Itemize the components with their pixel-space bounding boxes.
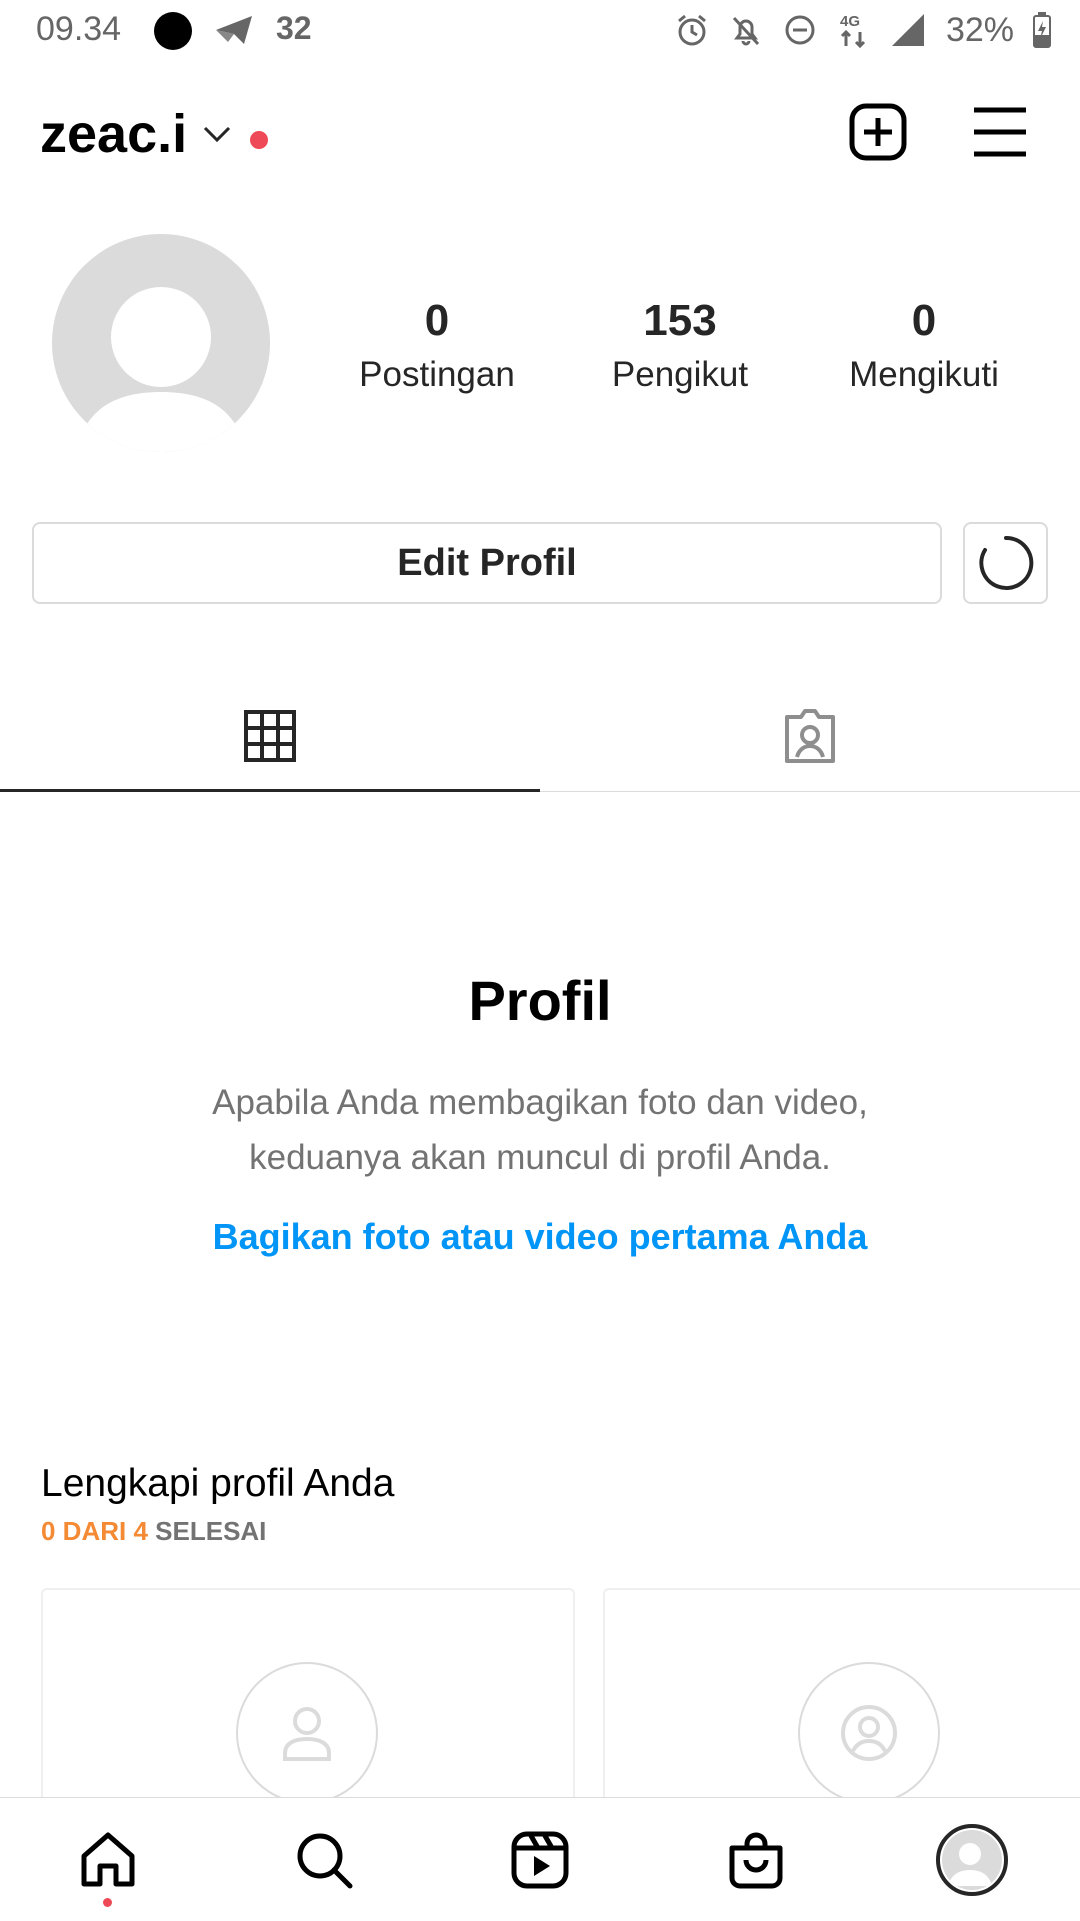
edit-profile-button[interactable]: Edit Profil <box>32 522 942 604</box>
nav-reels[interactable] <box>480 1798 600 1921</box>
stat-following-label: Mengikuti <box>849 355 999 394</box>
notification-count: 32 <box>276 10 312 46</box>
alarm-icon <box>677 14 706 46</box>
stat-followers-value: 153 <box>643 296 717 345</box>
complete-profile-card-photo[interactable] <box>603 1588 1080 1808</box>
empty-state-description-line1: Apabila Anda membagikan foto dan video, <box>212 1083 868 1122</box>
status-icons: 4G 32% <box>674 10 1052 50</box>
status-time: 09.34 <box>36 10 122 48</box>
network-4g-icon: 4G <box>840 13 865 49</box>
notification-dot <box>250 131 268 149</box>
stat-posts-value: 0 <box>424 296 450 345</box>
progress-suffix: SELESAI <box>155 1516 267 1546</box>
stat-posts-label: Postingan <box>359 355 515 394</box>
nav-search[interactable] <box>264 1798 384 1921</box>
menu-icon[interactable] <box>972 106 1028 158</box>
grid-icon <box>244 710 296 762</box>
complete-profile-title: Lengkapi profil Anda <box>41 1462 395 1505</box>
stat-posts[interactable]: 0 Postingan <box>337 296 537 400</box>
notification-app-icon <box>154 12 192 50</box>
new-post-icon[interactable] <box>848 102 908 162</box>
progress-done: 0 DARI 4 <box>41 1516 148 1546</box>
stat-followers[interactable]: 153 Pengikut <box>580 296 780 400</box>
empty-state-description: Apabila Anda membagikan foto dan video, … <box>140 1075 940 1185</box>
svg-text:4G: 4G <box>840 13 860 30</box>
tab-tagged[interactable] <box>540 680 1080 792</box>
complete-profile-progress: 0 DARI 4 SELESAI <box>41 1516 266 1547</box>
active-tab-indicator <box>0 789 540 792</box>
nav-home[interactable] <box>48 1798 168 1921</box>
tab-grid[interactable] <box>0 680 540 792</box>
bottom-nav <box>0 1797 1080 1921</box>
stat-following[interactable]: 0 Mengikuti <box>824 296 1024 400</box>
nav-profile[interactable] <box>912 1798 1032 1921</box>
search-icon <box>297 1833 353 1888</box>
shop-icon <box>729 1832 783 1888</box>
card-icon-circle <box>236 1662 378 1804</box>
tab-divider <box>540 791 1080 792</box>
mute-bell-icon <box>732 16 760 46</box>
home-notification-dot <box>103 1898 112 1907</box>
tagged-person-icon <box>785 709 835 763</box>
status-bar: 09.34 32 4G 32% <box>0 0 1080 62</box>
nav-shop[interactable] <box>696 1798 816 1921</box>
empty-state-description-line2: keduanya akan muncul di profil Anda. <box>249 1138 831 1177</box>
telegram-icon <box>216 16 252 44</box>
person-outline-icon <box>283 1707 331 1761</box>
empty-state-title: Profil <box>468 969 612 1032</box>
loading-spinner-icon <box>978 535 1033 590</box>
profile-photo-icon <box>841 1705 897 1761</box>
profile-avatar-small <box>936 1823 1008 1896</box>
complete-profile-card-name[interactable] <box>41 1588 575 1808</box>
stat-followers-label: Pengikut <box>611 355 749 394</box>
default-avatar-icon <box>942 1829 1002 1890</box>
signal-icon <box>891 14 924 46</box>
chevron-down-icon[interactable] <box>202 124 232 144</box>
username-switcher[interactable]: zeac.i <box>40 103 187 165</box>
reels-icon <box>511 1831 569 1888</box>
discover-people-button[interactable] <box>963 522 1048 604</box>
profile-avatar[interactable] <box>52 234 270 452</box>
default-avatar-icon <box>76 287 246 452</box>
dnd-icon <box>785 15 815 45</box>
card-icon-circle <box>798 1662 940 1804</box>
stat-following-value: 0 <box>911 296 937 345</box>
battery-percent: 32% <box>945 10 1014 49</box>
home-icon <box>81 1832 135 1886</box>
battery-icon <box>1033 12 1051 48</box>
share-first-post-link[interactable]: Bagikan foto atau video pertama Anda <box>0 1216 1080 1258</box>
